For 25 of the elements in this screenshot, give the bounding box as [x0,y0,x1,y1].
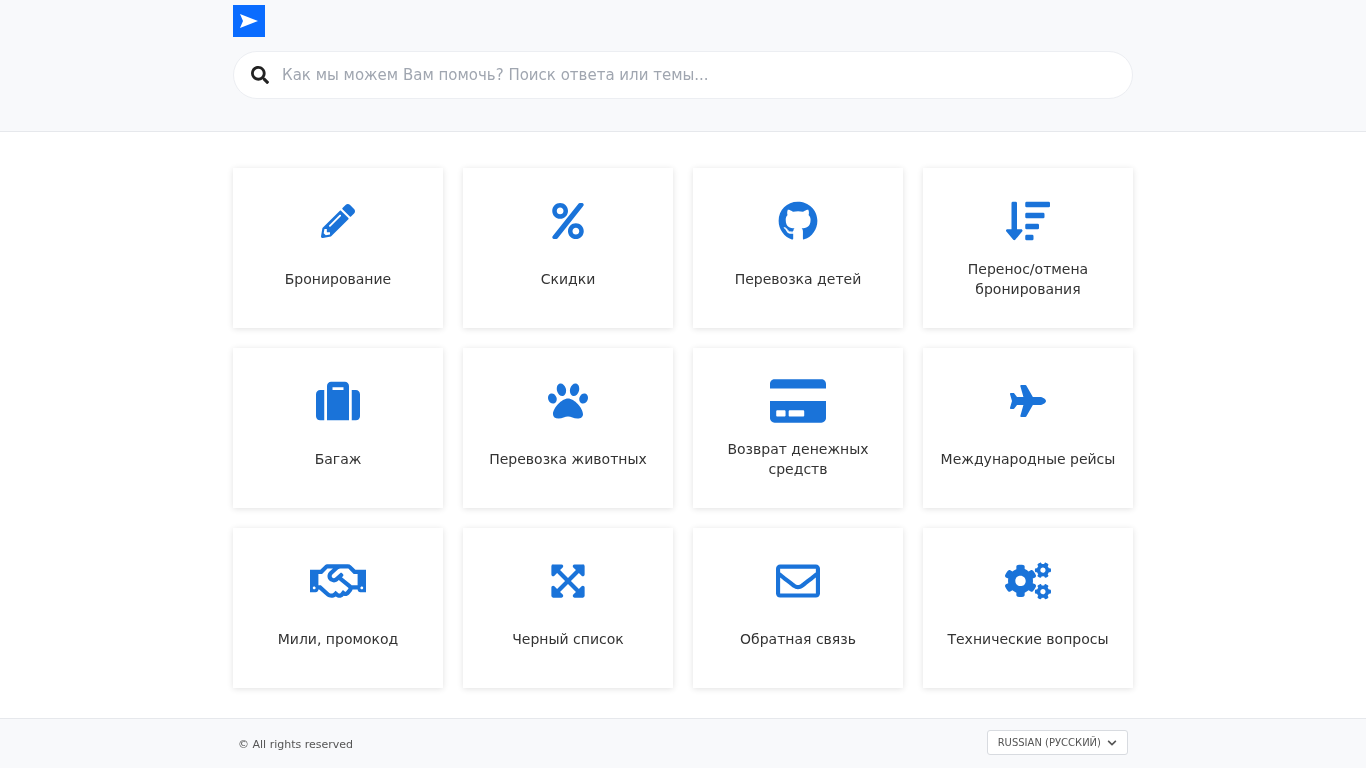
category-card[interactable]: Багаж [233,348,443,508]
category-card[interactable]: Обратная связь [693,528,903,688]
search-field[interactable]: Как мы можем Вам помочь? Поиск ответа или темы... [233,51,1133,99]
copyright-text: © All rights reserved [238,738,354,751]
pencil-icon [321,204,355,238]
airplane-icon [1010,383,1046,419]
logo[interactable] [233,5,265,37]
category-card[interactable]: Скидки [463,168,673,328]
category-card[interactable]: Мили, промокод [233,528,443,688]
percent-icon [550,203,586,239]
search-icon [251,66,269,84]
category-card[interactable]: Перевозка детей [693,168,903,328]
suitcase-icon [316,379,360,423]
category-card[interactable]: Перенос/отмена бронирования [923,168,1133,328]
expand-arrows-icon [549,562,587,600]
category-card[interactable]: Технические вопросы [923,528,1133,688]
language-select[interactable]: RUSSIAN (РУССКИЙ) [986,730,1128,755]
paw-icon [548,381,588,421]
category-card[interactable]: Международные рейсы [923,348,1133,508]
sort-down-icon [1006,199,1050,243]
category-card[interactable]: Черный список [463,528,673,688]
category-card[interactable]: Бронирование [233,168,443,328]
chevron-icon [1107,737,1117,748]
category-card[interactable]: Возврат денежных средств [693,348,903,508]
category-card[interactable]: Перевозка животных [463,348,673,508]
